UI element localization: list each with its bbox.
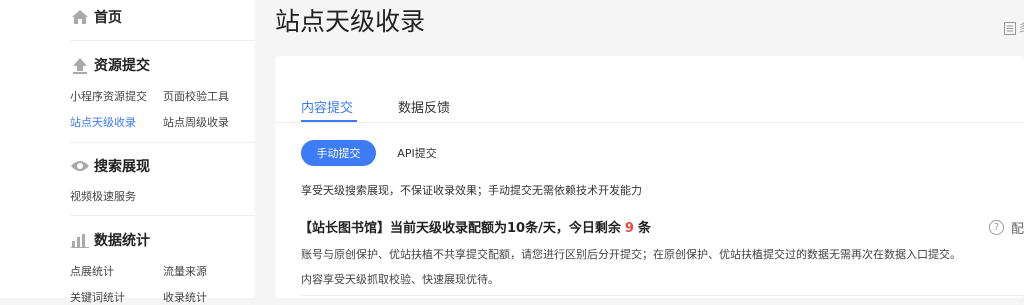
sidebar-section-resource-label: 资源提交 xyxy=(94,58,150,74)
sidebar-item-traffic-source[interactable]: 流量来源 xyxy=(163,263,207,279)
quota-remaining: 9 xyxy=(624,221,634,236)
eye-icon xyxy=(70,157,90,175)
quota-prefix: 【站长图书馆】当前天级收录配额为10条/天，今日剩余 xyxy=(299,221,621,236)
quota-suffix: 条 xyxy=(637,221,651,236)
top-right-link[interactable]: 多 xyxy=(1019,19,1024,35)
sidebar-section-stats-label: 数据统计 xyxy=(94,233,150,249)
sidebar-divider xyxy=(70,215,255,216)
card-divider xyxy=(301,295,1024,296)
sidebar-item-keyword-stats[interactable]: 关键词统计 xyxy=(70,289,125,305)
sidebar-section-search-label: 搜索展现 xyxy=(94,159,150,175)
sidebar-item-page-check[interactable]: 页面校验工具 xyxy=(163,88,229,104)
upload-icon xyxy=(70,56,90,74)
description-text: 享受天级搜索展现，不保证收录效果；手动提交无需依赖技术开发能力 xyxy=(301,184,642,197)
help-link[interactable]: 配 xyxy=(1011,218,1024,237)
sidebar-item-daily-index[interactable]: 站点天级收录 xyxy=(70,114,136,130)
sidebar-item-click-stats[interactable]: 点展统计 xyxy=(70,263,114,279)
help-icon[interactable]: ? xyxy=(989,220,1004,235)
bar-chart-icon xyxy=(70,231,90,249)
manual-submit-button[interactable]: 手动提交 xyxy=(301,140,376,166)
api-submit-button[interactable]: API提交 xyxy=(387,140,447,166)
quota-line: 【站长图书馆】当前天级收录配额为10条/天，今日剩余 9 条 xyxy=(299,217,651,236)
tab-data-feedback[interactable]: 数据反馈 xyxy=(398,97,450,116)
sidebar-item-index-stats[interactable]: 收录统计 xyxy=(163,289,207,305)
page-title: 站点天级收录 xyxy=(275,7,426,36)
sidebar-item-weekly-index[interactable]: 站点周级收录 xyxy=(163,114,229,130)
tab-content-submit[interactable]: 内容提交 xyxy=(301,97,353,116)
content-card: 内容提交 数据反馈 手动提交 API提交 享受天级搜索展现，不保证收录效果；手动… xyxy=(275,56,1024,298)
sidebar: 首页 资源提交 小程序资源提交 页面校验工具 站点天级收录 站点周级收录 搜索展… xyxy=(0,0,255,304)
sidebar-item-miniapp-submit[interactable]: 小程序资源提交 xyxy=(70,88,147,104)
tab-divider xyxy=(275,122,1024,123)
sidebar-divider xyxy=(70,40,255,41)
sidebar-divider xyxy=(70,142,255,143)
quota-note: 账号与原创保护、优站扶植不共享提交配额，请您进行区别后分开提交；在原创保护、优站… xyxy=(301,248,961,261)
sidebar-home-label: 首页 xyxy=(94,10,122,26)
home-icon xyxy=(70,8,90,26)
sidebar-item-video-service[interactable]: 视频极速服务 xyxy=(70,188,136,204)
benefit-note: 内容享受天级抓取校验、快速展现优待。 xyxy=(301,273,499,286)
document-icon[interactable] xyxy=(1004,20,1016,35)
